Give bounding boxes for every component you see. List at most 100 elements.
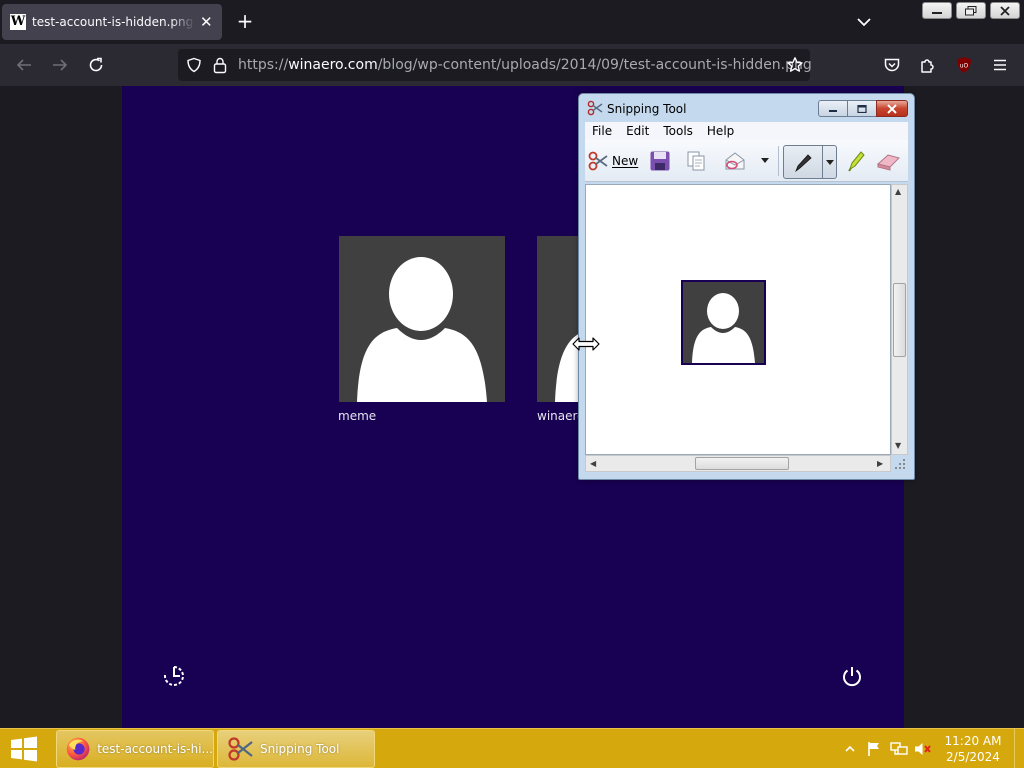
user-avatar-icon xyxy=(692,293,755,363)
minimize-icon xyxy=(932,11,942,14)
user-avatar-icon xyxy=(357,257,487,402)
resize-grip-icon[interactable] xyxy=(892,456,907,471)
volume-muted-icon[interactable] xyxy=(914,741,932,757)
new-snip-button[interactable]: New xyxy=(587,150,638,172)
show-desktop-button[interactable] xyxy=(1014,729,1024,768)
scroll-up-arrow-icon[interactable]: ▲ xyxy=(895,187,901,196)
taskbar-item-firefox[interactable]: test-account-is-hi... xyxy=(56,730,214,768)
pen-dropdown-arrow-icon[interactable] xyxy=(826,160,834,166)
reload-button[interactable] xyxy=(86,55,106,75)
user-name: meme xyxy=(338,409,377,423)
minimize-icon xyxy=(829,109,837,112)
minimize-button[interactable] xyxy=(818,100,848,117)
menu-edit[interactable]: Edit xyxy=(619,122,656,140)
list-all-tabs-button[interactable] xyxy=(852,12,876,32)
pen-icon xyxy=(795,154,812,173)
lock-icon[interactable] xyxy=(212,56,228,74)
back-button[interactable] xyxy=(14,55,34,75)
maximize-icon xyxy=(857,104,867,113)
url-host: winaero.com xyxy=(288,57,378,73)
scissors-icon xyxy=(587,100,603,116)
menu-help[interactable]: Help xyxy=(700,122,741,140)
save-floppy-icon xyxy=(650,151,670,171)
tracking-protection-shield-icon[interactable] xyxy=(186,57,202,73)
snipping-tool-window[interactable]: Snipping Tool File Edit Tools Help New ▲… xyxy=(578,93,915,480)
scroll-left-arrow-icon[interactable]: ◀ xyxy=(590,459,596,468)
eraser-icon xyxy=(876,154,900,171)
close-button[interactable] xyxy=(990,2,1020,19)
copy-button[interactable] xyxy=(685,150,707,172)
forward-button[interactable] xyxy=(50,55,70,75)
url-text[interactable]: https://winaero.com/blog/wp-content/uplo… xyxy=(238,57,812,73)
vertical-scrollbar[interactable]: ▲ ▼ xyxy=(891,184,908,455)
maximize-button[interactable] xyxy=(847,100,877,117)
taskbar-item-snipping-tool[interactable]: Snipping Tool xyxy=(217,730,375,768)
vertical-scroll-thumb[interactable] xyxy=(893,283,906,357)
send-snip-dropdown[interactable] xyxy=(761,150,769,172)
hamburger-menu-icon xyxy=(994,59,1006,71)
menu-tools[interactable]: Tools xyxy=(656,122,700,140)
menu-file[interactable]: File xyxy=(585,122,619,140)
address-bar[interactable]: https://winaero.com/blog/wp-content/uplo… xyxy=(178,49,812,81)
clock-time: 11:20 AM xyxy=(944,734,1002,748)
start-button[interactable] xyxy=(8,736,40,762)
browser-tab[interactable]: W test-account-is-hidden.png (PNG Image,… xyxy=(2,4,222,40)
firefox-icon xyxy=(66,737,90,761)
chevron-down-icon xyxy=(857,18,871,27)
app-menu-button[interactable] xyxy=(990,55,1010,75)
extensions-button[interactable] xyxy=(918,55,938,75)
snipping-tool-titlebar[interactable]: Snipping Tool xyxy=(579,94,914,120)
network-icon[interactable] xyxy=(890,741,908,757)
horizontal-scrollbar[interactable]: ◀ ▶ xyxy=(585,455,891,472)
show-hidden-icons-chevron-icon[interactable] xyxy=(844,744,856,754)
scroll-right-arrow-icon[interactable]: ▶ xyxy=(877,459,883,468)
ublock-origin-button[interactable]: uO xyxy=(954,55,974,75)
new-tab-button[interactable]: + xyxy=(234,11,256,31)
close-button[interactable] xyxy=(876,100,908,117)
highlighter-button[interactable] xyxy=(845,150,867,172)
pocket-button[interactable] xyxy=(882,55,902,75)
new-snip-label: New xyxy=(612,154,639,168)
minimize-button[interactable] xyxy=(922,2,952,19)
close-icon xyxy=(887,103,897,114)
snip-canvas[interactable] xyxy=(585,184,891,455)
pocket-icon xyxy=(884,58,900,72)
arrow-right-icon xyxy=(53,59,68,71)
url-path: /blog/wp-content/uploads/2014/09/test-ac… xyxy=(377,57,812,73)
tab-title: test-account-is-hidden.png (PNG Image, 1… xyxy=(32,15,195,29)
dropdown-arrow-icon xyxy=(761,158,769,163)
pen-split-divider xyxy=(822,146,823,178)
system-clock[interactable]: 11:20 AM 2/5/2024 xyxy=(940,733,1006,765)
user-tile xyxy=(339,236,505,402)
restore-icon xyxy=(965,5,977,15)
svg-text:uO: uO xyxy=(960,63,969,70)
arrow-left-icon xyxy=(16,59,31,71)
pen-tool-button[interactable] xyxy=(783,145,837,179)
reload-icon xyxy=(89,57,103,72)
save-snip-button[interactable] xyxy=(649,150,671,172)
snipping-tool-icon xyxy=(228,737,253,761)
email-envelope-icon xyxy=(725,152,745,170)
toolbar-separator xyxy=(778,146,779,176)
action-center-flag-icon[interactable] xyxy=(866,741,882,757)
navigation-toolbar: https://winaero.com/blog/wp-content/uplo… xyxy=(0,44,1024,86)
ease-of-access-icon xyxy=(162,664,186,688)
taskbar-item-label: Snipping Tool xyxy=(260,742,340,756)
send-snip-button[interactable] xyxy=(723,150,747,172)
eraser-button[interactable] xyxy=(875,150,901,172)
captured-snip-image xyxy=(681,280,766,365)
ublock-origin-icon: uO xyxy=(957,57,971,73)
bookmark-star-icon[interactable] xyxy=(786,56,804,74)
windows-logo-icon xyxy=(11,736,37,762)
snipping-tool-window-controls xyxy=(818,100,908,117)
tab-close-icon[interactable]: ✕ xyxy=(199,13,214,31)
snipping-toolbar: New xyxy=(585,140,908,182)
highlighter-icon xyxy=(848,151,865,172)
restore-button[interactable] xyxy=(956,2,986,19)
scroll-down-arrow-icon[interactable]: ▼ xyxy=(895,441,901,450)
horizontal-scroll-thumb[interactable] xyxy=(695,457,789,470)
notification-area xyxy=(844,729,932,768)
power-icon xyxy=(840,664,864,688)
url-scheme: https:// xyxy=(238,57,289,73)
taskbar: test-account-is-hi... Snipping Tool 11:2… xyxy=(0,728,1024,768)
